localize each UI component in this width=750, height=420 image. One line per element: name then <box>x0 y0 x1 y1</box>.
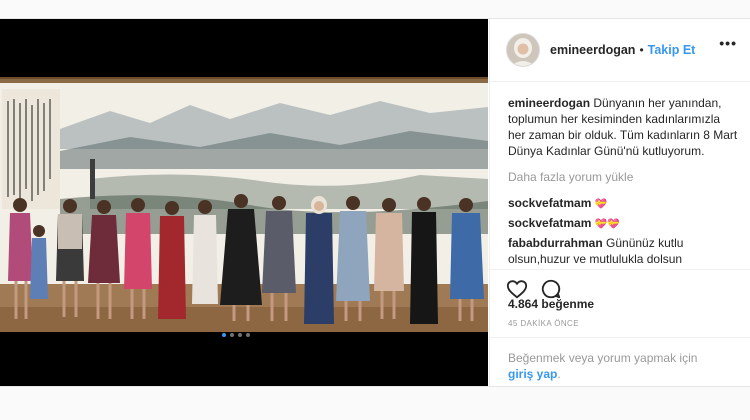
carousel-dot[interactable] <box>238 333 242 337</box>
post-caption: emineerdogan Dünyanın her yanından, topl… <box>508 95 740 159</box>
comment-username[interactable]: fababdurrahman <box>508 236 603 250</box>
post-timestamp[interactable]: 45 DAKİKA ÖNCE <box>508 319 579 328</box>
comment-item: fababdurrahman Gününüz kutlu olsun,huzur… <box>508 235 740 267</box>
instagram-post: emineerdogan • Takip Et ••• emineerdogan… <box>0 18 750 387</box>
avatar-image <box>507 34 539 66</box>
comment-item: sockvefatmam 💝 <box>508 195 740 213</box>
login-prompt: Beğenmek veya yorum yapmak için giriş ya… <box>508 350 718 382</box>
profile-avatar[interactable] <box>506 33 540 67</box>
comments-section: emineerdogan Dünyanın her yanından, topl… <box>508 95 740 269</box>
carousel-indicator[interactable] <box>222 333 250 337</box>
comment-item: sockvefatmam 💝💝 <box>508 215 740 233</box>
group-photo <box>0 19 488 386</box>
carousel-dot[interactable] <box>222 333 226 337</box>
post-side-panel: emineerdogan • Takip Et ••• emineerdogan… <box>489 19 750 386</box>
load-more-comments[interactable]: Daha fazla yorum yükle <box>508 169 740 185</box>
like-count[interactable]: 4.864 beğenme <box>508 297 594 311</box>
carousel-dot[interactable] <box>230 333 234 337</box>
comment-text: 💝💝 <box>594 219 620 230</box>
post-header: emineerdogan • Takip Et ••• <box>490 19 750 82</box>
separator-dot: • <box>639 43 644 57</box>
post-username[interactable]: emineerdogan <box>550 43 635 57</box>
follow-button[interactable]: Takip Et <box>648 43 696 57</box>
post-media[interactable] <box>0 19 488 386</box>
carousel-dot[interactable] <box>246 333 250 337</box>
comment-text: 💝 <box>594 199 608 210</box>
caption-username[interactable]: emineerdogan <box>508 96 590 110</box>
comment-username[interactable]: sockvefatmam <box>508 216 591 230</box>
login-link[interactable]: giriş yap <box>508 367 557 381</box>
more-options-icon[interactable]: ••• <box>719 35 737 51</box>
login-prompt-end: . <box>557 367 561 381</box>
login-prompt-text: Beğenmek veya yorum yapmak için <box>508 351 698 365</box>
comment-username[interactable]: sockvefatmam <box>508 196 591 210</box>
login-prompt-box: Beğenmek veya yorum yapmak için giriş ya… <box>490 337 750 387</box>
